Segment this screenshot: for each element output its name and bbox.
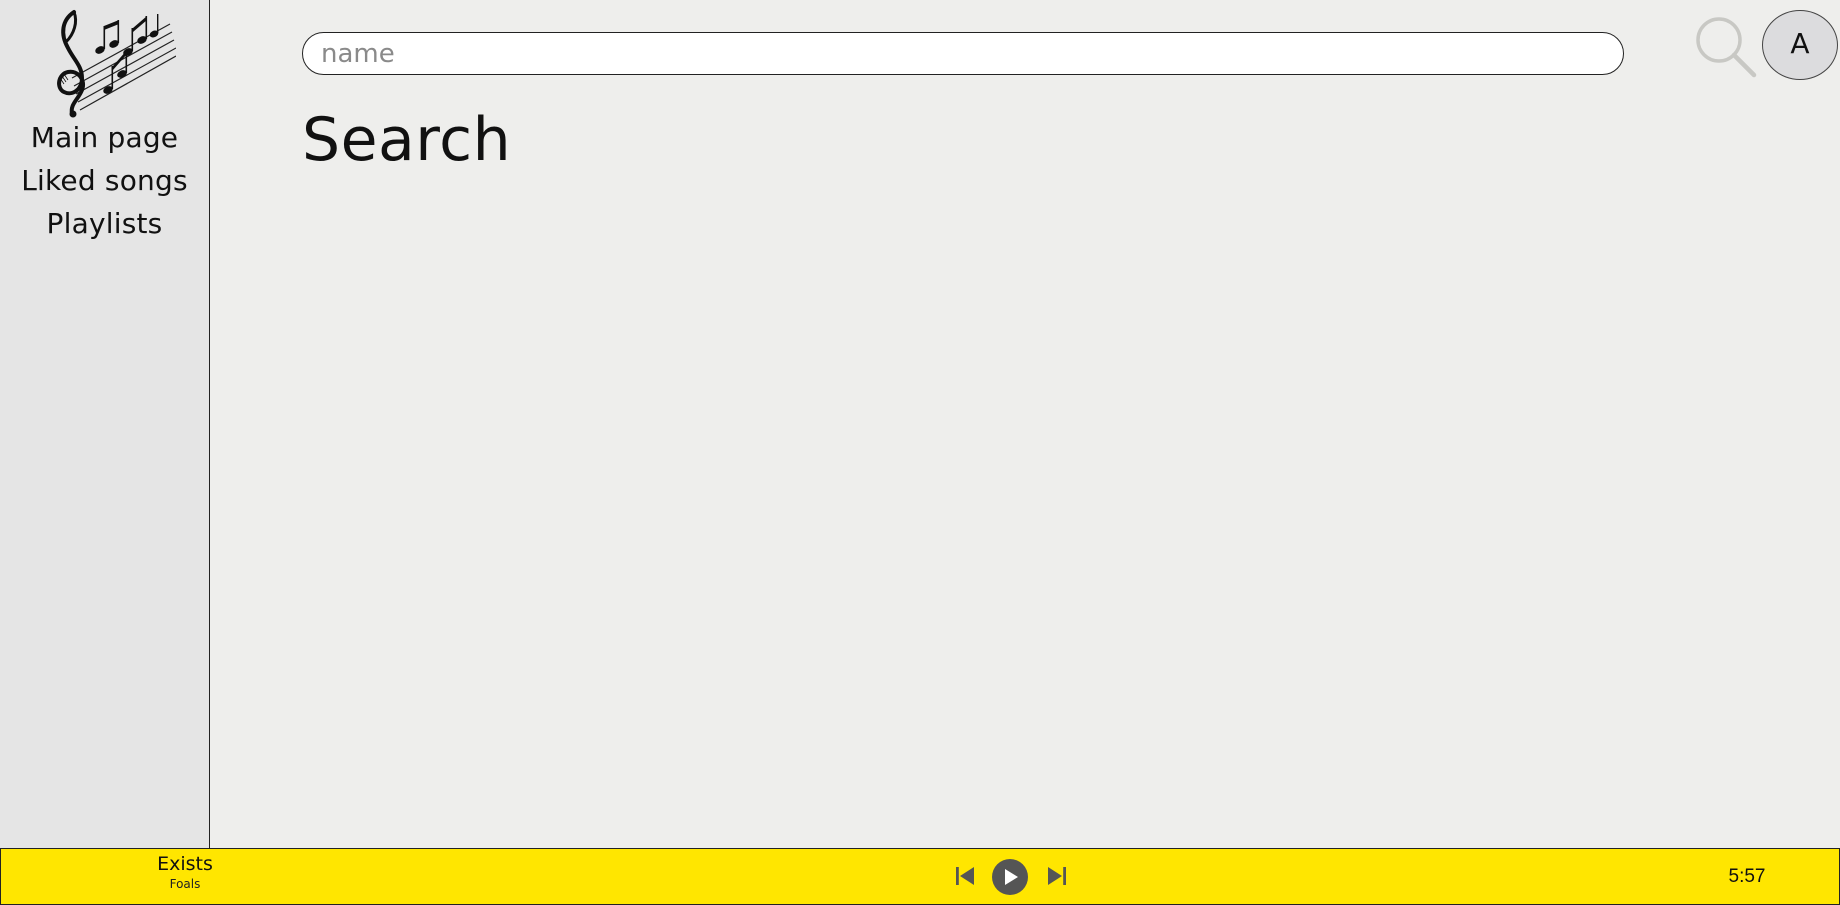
- skip-next-icon: [1048, 867, 1066, 885]
- page-title: Search: [302, 105, 512, 175]
- main-content: Search: [210, 0, 1840, 848]
- sidebar-item-liked-songs[interactable]: Liked songs: [0, 159, 209, 202]
- search-button[interactable]: [1691, 12, 1759, 80]
- music-notes-logo-icon[interactable]: [52, 4, 176, 118]
- sidebar-item-playlists[interactable]: Playlists: [0, 202, 209, 245]
- search-input[interactable]: [302, 32, 1624, 75]
- sidebar-nav: Main page Liked songs Playlists: [0, 116, 209, 245]
- track-artist[interactable]: Foals: [133, 876, 237, 892]
- track-duration: 5:57: [1728, 866, 1766, 887]
- player-bar: Exists Foals 5:57: [0, 848, 1840, 905]
- sidebar: Main page Liked songs Playlists: [0, 0, 210, 848]
- next-track-button[interactable]: [1043, 862, 1071, 890]
- previous-track-button[interactable]: [951, 862, 979, 890]
- magnifier-icon: [1696, 17, 1757, 78]
- play-icon: [992, 859, 1028, 895]
- play-button[interactable]: [991, 858, 1029, 896]
- user-avatar[interactable]: A: [1762, 10, 1838, 80]
- track-title[interactable]: Exists: [133, 853, 237, 876]
- skip-previous-icon: [956, 867, 974, 885]
- sidebar-item-main-page[interactable]: Main page: [0, 116, 209, 159]
